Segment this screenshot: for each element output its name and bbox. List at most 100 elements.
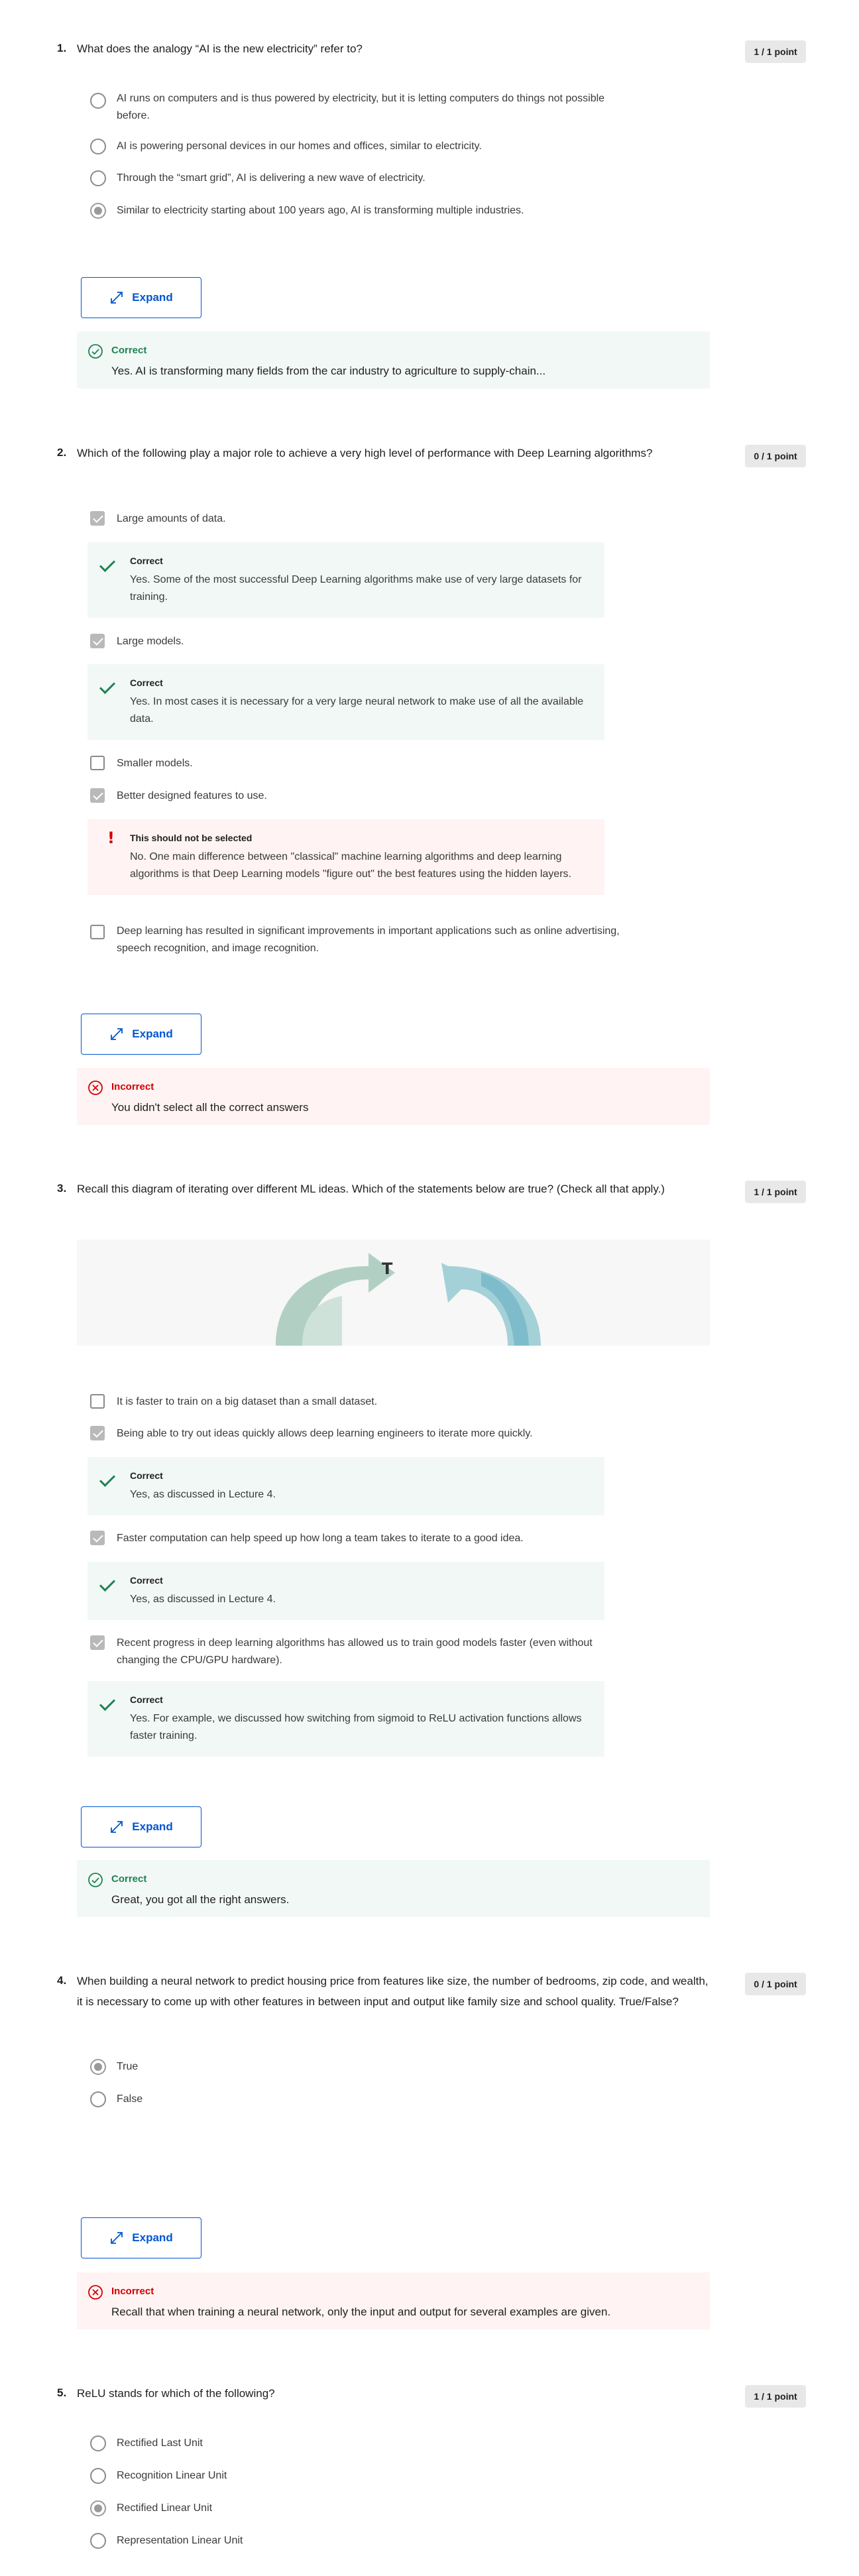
points-badge: 1 / 1 point: [745, 1181, 806, 1203]
question-text: Recall this diagram of iterating over di…: [77, 1183, 665, 1195]
cycle-arrows-image: T: [276, 1253, 541, 1346]
result-text: Yes. AI is transforming many fields from…: [111, 365, 546, 377]
feedback-title: This should not be selected: [130, 833, 253, 843]
option-label: Large amounts of data.: [117, 513, 226, 524]
feedback-text: Yes. Some of the most successful Deep Le…: [130, 574, 582, 603]
checkbox-checked[interactable]: [90, 634, 105, 648]
question-number: 4.: [57, 1974, 67, 1987]
feedback-correct: Correct Yes. For example, we discussed h…: [87, 1681, 604, 1757]
expand-button[interactable]: Expand: [81, 1806, 201, 1847]
result-title: Correct: [111, 345, 147, 356]
question-text: What does the analogy “AI is the new ele…: [77, 42, 363, 55]
radio-button[interactable]: [90, 170, 106, 186]
checkbox[interactable]: [90, 756, 105, 770]
option-label: Large models.: [117, 636, 184, 647]
expand-arrows-icon: [111, 292, 123, 304]
expand-button[interactable]: Expand: [81, 2217, 201, 2258]
iteration-cycle-diagram: T: [77, 1240, 710, 1346]
checkbox-checked[interactable]: [90, 1426, 105, 1440]
expand-button[interactable]: Expand: [81, 1014, 201, 1055]
radio-button-selected[interactable]: [90, 2059, 106, 2075]
option-label: False: [117, 2093, 143, 2105]
feedback-correct: Correct Yes, as discussed in Lecture 4.: [87, 1562, 604, 1620]
expand-label: Expand: [132, 2231, 173, 2244]
radio-button[interactable]: [90, 2435, 106, 2451]
result-banner: Incorrect You didn't select all the corr…: [77, 1068, 710, 1125]
feedback-incorrect: ! This should not be selected No. One ma…: [87, 819, 604, 895]
option-label: Representation Linear Unit: [117, 2535, 243, 2546]
checkmark-icon: [99, 677, 116, 695]
checkbox-checked[interactable]: [90, 1635, 105, 1650]
x-circle-icon: [88, 2285, 103, 2300]
result-text: Great, you got all the right answers.: [111, 1893, 290, 1906]
feedback-title: Correct: [130, 1470, 163, 1481]
checkmark-icon: [99, 556, 116, 573]
result-text: You didn't select all the correct answer…: [111, 1101, 309, 1114]
feedback-title: Correct: [130, 677, 163, 688]
radio-button[interactable]: [90, 2533, 106, 2549]
feedback-correct: Correct Yes, as discussed in Lecture 4.: [87, 1457, 604, 1515]
feedback-title: Correct: [130, 556, 163, 566]
points-badge: 0 / 1 point: [745, 445, 806, 467]
radio-button-selected[interactable]: [90, 2500, 106, 2516]
diagram-label: T: [382, 1259, 393, 1278]
feedback-correct: Correct Yes. Some of the most successful…: [87, 542, 604, 618]
expand-button[interactable]: Expand: [81, 277, 201, 318]
option-label: Faster computation can help speed up how…: [117, 1533, 524, 1544]
points-badge: 0 / 1 point: [745, 1973, 806, 1995]
check-circle-icon: [88, 344, 103, 359]
feedback-title: Correct: [130, 1694, 163, 1705]
result-text: Recall that when training a neural netwo…: [111, 2306, 611, 2318]
question-number: 3.: [57, 1182, 67, 1195]
question-text: When building a neural network to predic…: [77, 1975, 709, 2008]
option-label: Rectified Last Unit: [117, 2437, 203, 2449]
feedback-text: Yes, as discussed in Lecture 4.: [130, 1594, 276, 1605]
option-label: AI is powering personal devices in our h…: [117, 141, 482, 152]
checkmark-icon: [99, 1694, 116, 1712]
points-badge: 1 / 1 point: [745, 40, 806, 63]
radio-button[interactable]: [90, 2468, 106, 2484]
option-label: AI runs on computers and is thus powered…: [117, 93, 605, 121]
radio-button-selected[interactable]: [90, 203, 106, 219]
option-label: Similar to electricity starting about 10…: [117, 205, 524, 216]
question-number: 5.: [57, 2386, 67, 2399]
option-label: Smaller models.: [117, 758, 193, 769]
feedback-correct: Correct Yes. In most cases it is necessa…: [87, 664, 604, 740]
radio-button[interactable]: [90, 2091, 106, 2107]
result-banner: Correct Yes. AI is transforming many fie…: [77, 331, 710, 388]
expand-arrows-icon: [111, 1821, 123, 1833]
radio-button[interactable]: [90, 139, 106, 154]
result-title: Correct: [111, 1873, 147, 1885]
result-banner: Incorrect Recall that when training a ne…: [77, 2272, 710, 2329]
expand-label: Expand: [132, 1027, 173, 1040]
expand-arrows-icon: [111, 2232, 123, 2244]
option-label: Through the “smart grid”, AI is deliveri…: [117, 172, 426, 184]
result-banner: Correct Great, you got all the right ans…: [77, 1860, 710, 1917]
check-circle-icon: [88, 1873, 103, 1887]
radio-button[interactable]: [90, 93, 106, 109]
option-label: True: [117, 2061, 139, 2072]
exclamation-icon: !: [107, 829, 115, 847]
checkmark-icon: [99, 1470, 116, 1488]
result-title: Incorrect: [111, 1081, 154, 1092]
checkbox-checked[interactable]: [90, 1531, 105, 1545]
checkbox[interactable]: [90, 925, 105, 939]
option-label: It is faster to train on a big dataset t…: [117, 1396, 378, 1407]
option-label: Better designed features to use.: [117, 790, 267, 801]
expand-label: Expand: [132, 291, 173, 304]
option-label: Recent progress in deep learning algorit…: [117, 1637, 593, 1666]
checkbox-checked[interactable]: [90, 788, 105, 803]
checkbox[interactable]: [90, 1394, 105, 1409]
feedback-text: No. One main difference between "classic…: [130, 851, 571, 880]
option-label: Being able to try out ideas quickly allo…: [117, 1428, 533, 1439]
feedback-text: Yes. In most cases it is necessary for a…: [130, 696, 584, 725]
option-label: Deep learning has resulted in significan…: [117, 925, 620, 954]
question-number: 1.: [57, 42, 67, 54]
points-badge: 1 / 1 point: [745, 2385, 806, 2408]
feedback-title: Correct: [130, 1575, 163, 1586]
option-label: Recognition Linear Unit: [117, 2470, 227, 2481]
result-title: Incorrect: [111, 2286, 154, 2297]
feedback-text: Yes, as discussed in Lecture 4.: [130, 1489, 276, 1500]
checkbox-checked[interactable]: [90, 511, 105, 526]
question-number: 2.: [57, 446, 67, 459]
